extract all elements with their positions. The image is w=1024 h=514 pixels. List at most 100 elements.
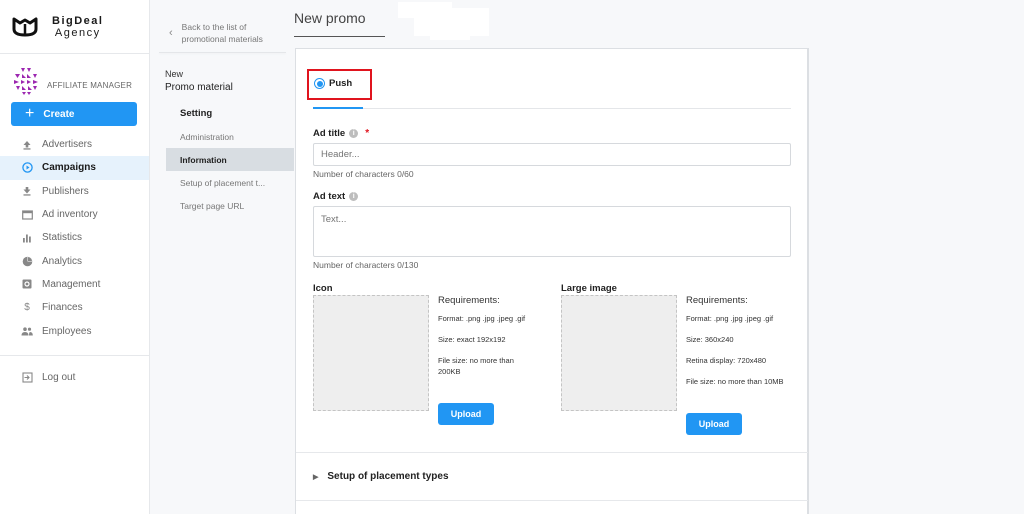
- subnav-section-setting[interactable]: Setting: [151, 102, 294, 125]
- brand-name: BigDeal Agency: [52, 15, 103, 39]
- large-image-upload-block: Large image Requirements: Format: .png .…: [561, 283, 806, 443]
- icon-upload-button[interactable]: Upload: [438, 403, 494, 425]
- back-to-list-link[interactable]: ‹ Back to the list of promotional materi…: [151, 0, 294, 50]
- ad-text-textarea[interactable]: [313, 206, 791, 257]
- upload-icon: [21, 139, 33, 151]
- large-image-dropzone[interactable]: [561, 295, 677, 411]
- tab-push-label: Push: [329, 78, 353, 89]
- plus-icon: +: [25, 105, 35, 122]
- subnav-item-information[interactable]: Information: [166, 148, 294, 171]
- back-link-text: Back to the list of promotional material…: [182, 21, 263, 45]
- sidebar-item-label: Finances: [42, 302, 83, 314]
- caret-right-icon: ▶: [313, 473, 319, 481]
- icon-upload-title: Icon: [313, 283, 333, 294]
- bigdeal-logo-icon: [12, 17, 38, 36]
- promo-form-card: Push Ad title i * Number of characters 0…: [295, 48, 809, 514]
- affiliate-avatar-icon: [14, 68, 38, 95]
- logout-icon: [21, 371, 33, 383]
- requirement-format: Format: .png .jpg .jpeg .gif: [438, 314, 526, 323]
- sidebar-item-label: Management: [42, 278, 101, 290]
- redaction-block: [430, 30, 470, 40]
- requirement-size: Size: 360x240: [686, 335, 734, 344]
- sidebar-item-publishers[interactable]: Publishers: [0, 180, 149, 203]
- ad-text-label: Ad text i: [313, 191, 359, 202]
- sidebar-item-analytics[interactable]: Analytics: [0, 249, 149, 272]
- large-image-requirements: Requirements: Format: .png .jpg .jpeg .g…: [686, 295, 806, 387]
- requirement-filesize: File size: no more than 10MB: [686, 377, 784, 386]
- logout-label: Log out: [42, 371, 76, 383]
- placement-types-section-title: Setup of placement types: [327, 471, 449, 482]
- logout-button[interactable]: Log out: [0, 366, 149, 389]
- subnav-title-small: New: [165, 69, 184, 79]
- pie-chart-icon: [21, 255, 33, 267]
- ad-title-input[interactable]: [313, 143, 791, 166]
- people-icon: [21, 325, 33, 337]
- sidebar-item-label: Ad inventory: [42, 209, 98, 221]
- download-icon: [21, 185, 33, 197]
- section-divider: [296, 500, 808, 501]
- title-underline: [294, 36, 385, 37]
- ad-title-char-count: Number of characters 0/60: [313, 169, 414, 179]
- sidebar-item-campaigns[interactable]: Campaigns: [0, 156, 149, 180]
- bar-chart-icon: [21, 232, 33, 244]
- subnav-item-administration[interactable]: Administration: [151, 125, 294, 148]
- sidebar-item-label: Analytics: [42, 255, 83, 267]
- requirement-size: Size: exact 192x192: [438, 335, 506, 344]
- nav-divider: [0, 354, 149, 356]
- brand-subtitle: Agency: [54, 26, 101, 39]
- ad-title-label: Ad title i *: [313, 128, 369, 139]
- tab-divider: [363, 108, 791, 109]
- requirement-format: Format: .png .jpg .jpeg .gif: [686, 314, 774, 323]
- section-divider: [296, 452, 808, 453]
- brand[interactable]: BigDeal Agency: [0, 0, 149, 54]
- main-content: New promo Push Ad title i * Number of ch…: [294, 0, 1024, 514]
- sidebar-item-employees[interactable]: Employees: [0, 319, 149, 342]
- icon-dropzone[interactable]: [313, 295, 429, 411]
- sidebar-item-ad-inventory[interactable]: Ad inventory: [0, 203, 149, 226]
- brand-title: BigDeal: [52, 14, 104, 27]
- subnav-title-big: Promo material: [165, 82, 233, 93]
- create-button[interactable]: + Create: [11, 102, 137, 126]
- sidebar-item-label: Statistics: [42, 232, 83, 244]
- chevron-left-icon: ‹: [169, 27, 173, 39]
- large-image-upload-button[interactable]: Upload: [686, 413, 742, 435]
- info-icon[interactable]: i: [349, 129, 359, 138]
- required-mark: *: [365, 128, 370, 139]
- sidebar-item-label: Campaigns: [42, 162, 96, 174]
- ad-text-label-text: Ad text: [313, 191, 346, 202]
- page-title: New promo: [294, 10, 366, 26]
- back-link-line2: promotional materials: [181, 34, 263, 44]
- ad-title-label-text: Ad title: [313, 128, 346, 139]
- sidebar-item-advertisers[interactable]: Advertisers: [0, 133, 149, 156]
- icon-upload-block: Icon Requirements: Format: .png .jpg .jp…: [313, 283, 553, 433]
- role-label: AFFILIATE MANAGER: [47, 81, 133, 90]
- requirement-filesize: File size: no more than 200KB: [438, 356, 514, 376]
- window-icon: [21, 209, 33, 221]
- subnav-item-target-url[interactable]: Target page URL: [151, 194, 294, 217]
- sidebar-item-label: Publishers: [42, 185, 89, 197]
- subnav-list: Setting Administration Information Setup…: [151, 102, 294, 217]
- promo-subnav-title: New Promo material: [151, 53, 294, 94]
- back-link-line1: Back to the list of: [181, 22, 247, 32]
- role-block: AFFILIATE MANAGER: [0, 54, 149, 96]
- active-tab-indicator: [313, 107, 363, 109]
- info-icon[interactable]: i: [349, 192, 359, 201]
- promo-subnav: ‹ Back to the list of promotional materi…: [151, 0, 294, 514]
- tab-push[interactable]: Push: [314, 78, 352, 89]
- sidebar-item-finances[interactable]: $ Finances: [0, 296, 149, 319]
- sidebar-item-label: Advertisers: [42, 139, 93, 151]
- requirement-retina: Retina display: 720x480: [686, 356, 767, 365]
- radio-selected-icon[interactable]: [314, 78, 325, 89]
- requirements-heading: Requirements:: [686, 295, 748, 306]
- placement-types-section-toggle[interactable]: ▶ Setup of placement types: [313, 471, 449, 482]
- settings-box-icon: [21, 278, 33, 290]
- play-circle-icon: [21, 162, 33, 174]
- icon-requirements: Requirements: Format: .png .jpg .jpeg .g…: [438, 295, 558, 377]
- sidebar-item-statistics[interactable]: Statistics: [0, 226, 149, 249]
- sidebar-item-management[interactable]: Management: [0, 273, 149, 296]
- requirements-heading: Requirements:: [438, 295, 500, 306]
- main-nav: Advertisers Campaigns Publishers Ad inve…: [0, 133, 149, 389]
- dollar-icon: $: [24, 302, 30, 314]
- subnav-item-placement-types[interactable]: Setup of placement t...: [151, 171, 294, 194]
- large-image-upload-title: Large image: [561, 283, 617, 294]
